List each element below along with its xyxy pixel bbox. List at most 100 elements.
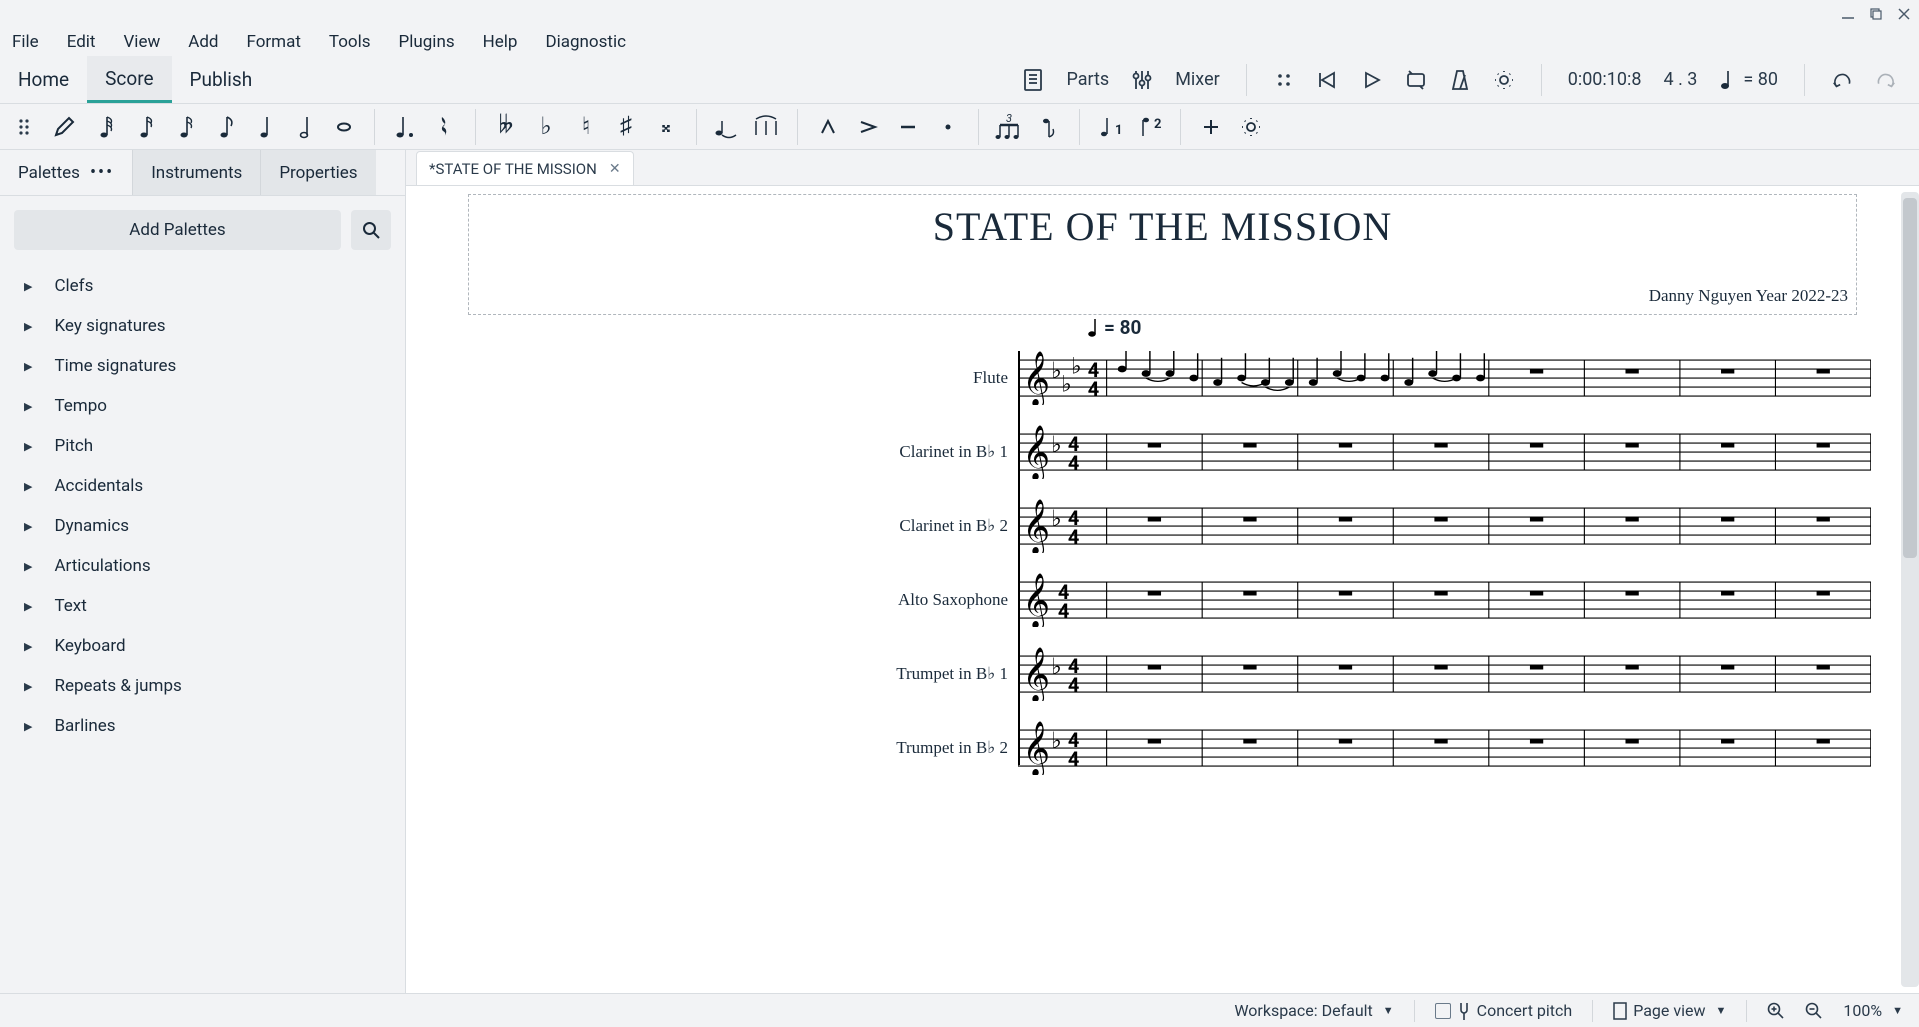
staccato-icon[interactable] [930, 109, 966, 145]
palette-item[interactable]: ▶Repeats & jumps [0, 666, 405, 706]
redo-icon[interactable] [1875, 69, 1897, 91]
ellipsis-icon[interactable]: ••• [90, 162, 114, 183]
staff-row[interactable]: Flute𝄞♭♭♭44 [866, 341, 1871, 415]
menu-add[interactable]: Add [188, 32, 218, 52]
parts-button[interactable]: Parts [1066, 69, 1109, 90]
palette-item[interactable]: ▶Barlines [0, 706, 405, 746]
tenuto-icon[interactable] [890, 109, 926, 145]
staff-row[interactable]: Clarinet in B♭ 2𝄞♭44 [866, 489, 1871, 563]
close-icon[interactable]: ✕ [609, 161, 621, 177]
scrollbar-thumb[interactable] [1903, 198, 1917, 558]
marcato-icon[interactable] [810, 109, 846, 145]
note-32nd-icon[interactable] [126, 109, 162, 145]
mixer-button[interactable]: Mixer [1175, 69, 1220, 90]
document-tab[interactable]: *STATE OF THE MISSION ✕ [416, 151, 634, 185]
tie-icon[interactable] [709, 109, 745, 145]
menu-edit[interactable]: Edit [67, 32, 96, 52]
close-icon[interactable] [1897, 7, 1911, 21]
add-icon[interactable] [1193, 109, 1229, 145]
menu-view[interactable]: View [123, 32, 160, 52]
toolbar-settings-icon[interactable] [1233, 109, 1269, 145]
search-icon[interactable] [351, 210, 391, 250]
play-icon[interactable] [1361, 69, 1383, 91]
staff-row[interactable]: Clarinet in B♭ 1𝄞♭44 [866, 415, 1871, 489]
palette-item[interactable]: ▶Time signatures [0, 346, 405, 386]
side-tab-instruments[interactable]: Instruments [132, 150, 260, 195]
rewind-icon[interactable] [1317, 69, 1339, 91]
voice-1-icon[interactable]: 1 [1092, 109, 1128, 145]
palette-item[interactable]: ▶Clefs [0, 266, 405, 306]
sharp-icon[interactable]: ♯ [608, 109, 644, 145]
natural-icon[interactable]: ♮ [568, 109, 604, 145]
checkbox-icon[interactable] [1435, 1003, 1451, 1019]
staves-container: Flute𝄞♭♭♭44Clarinet in B♭ 1𝄞♭44Clarinet … [866, 341, 1871, 785]
zoom-level[interactable]: 100%▼ [1843, 1001, 1903, 1020]
score-title[interactable]: STATE OF THE MISSION [477, 203, 1848, 250]
note-16th-icon[interactable] [166, 109, 202, 145]
palette-item[interactable]: ▶Text [0, 586, 405, 626]
flip-stem-icon[interactable] [1031, 109, 1067, 145]
page-view-selector[interactable]: Page view▼ [1613, 1001, 1726, 1020]
metronome-icon[interactable] [1449, 69, 1471, 91]
menu-tools[interactable]: Tools [329, 32, 371, 52]
note-quarter-icon[interactable] [246, 109, 282, 145]
drag-handle-icon[interactable] [1273, 69, 1295, 91]
minimize-icon[interactable] [1841, 7, 1855, 21]
side-tab-properties[interactable]: Properties [260, 150, 375, 195]
palette-item[interactable]: ▶Tempo [0, 386, 405, 426]
flat-icon[interactable]: ♭ [528, 109, 564, 145]
zoom-in-icon[interactable] [1767, 1002, 1785, 1020]
menu-file[interactable]: File [12, 32, 39, 52]
staff-row[interactable]: Alto Saxophone𝄞44 [866, 563, 1871, 637]
menu-format[interactable]: Format [247, 32, 301, 52]
note-8th-icon[interactable] [206, 109, 242, 145]
palette-item[interactable]: ▶Articulations [0, 546, 405, 586]
palette-item[interactable]: ▶Dynamics [0, 506, 405, 546]
tempo-display: = 80 [1719, 69, 1778, 91]
tab-publish[interactable]: Publish [172, 56, 271, 103]
drag-handle-icon[interactable] [6, 109, 42, 145]
accent-icon[interactable] [850, 109, 886, 145]
playback-settings-icon[interactable] [1493, 69, 1515, 91]
concert-pitch-toggle[interactable]: Concert pitch [1435, 1001, 1573, 1021]
add-palettes-button[interactable]: Add Palettes [14, 210, 341, 250]
svg-text:𝄞: 𝄞 [1022, 573, 1049, 627]
note-whole-icon[interactable] [326, 109, 362, 145]
tuplet-icon[interactable]: 3 [991, 109, 1027, 145]
workspace-selector[interactable]: Workspace: Default▼ [1234, 1001, 1393, 1020]
side-tab-label: Palettes [18, 163, 80, 183]
tab-score[interactable]: Score [87, 56, 171, 103]
double-sharp-icon[interactable]: 𝄪 [648, 109, 684, 145]
note-64th-icon[interactable] [86, 109, 122, 145]
composer-text[interactable]: Danny Nguyen Year 2022-23 [477, 286, 1848, 306]
title-frame[interactable]: STATE OF THE MISSION Danny Nguyen Year 2… [468, 194, 1857, 315]
palette-item[interactable]: ▶Accidentals [0, 466, 405, 506]
double-flat-icon[interactable]: 𝄫 [488, 109, 524, 145]
tempo-marking[interactable]: = 80 [1087, 316, 1141, 339]
scrollbar[interactable] [1901, 192, 1919, 987]
rest-icon[interactable] [427, 109, 463, 145]
menu-plugins[interactable]: Plugins [399, 32, 455, 52]
zoom-out-icon[interactable] [1805, 1002, 1823, 1020]
dot-icon[interactable] [387, 109, 423, 145]
palette-item[interactable]: ▶Pitch [0, 426, 405, 466]
note-half-icon[interactable] [286, 109, 322, 145]
palette-item[interactable]: ▶Key signatures [0, 306, 405, 346]
mixer-icon[interactable] [1131, 69, 1153, 91]
pencil-icon[interactable] [46, 109, 82, 145]
menu-help[interactable]: Help [483, 32, 518, 52]
slur-icon[interactable] [749, 109, 785, 145]
menu-diagnostic[interactable]: Diagnostic [545, 32, 626, 52]
side-tab-palettes[interactable]: Palettes ••• [0, 150, 132, 195]
svg-text:2: 2 [1154, 117, 1161, 132]
voice-2-icon[interactable]: 2 [1132, 109, 1168, 145]
loop-icon[interactable] [1405, 69, 1427, 91]
undo-icon[interactable] [1831, 69, 1853, 91]
maximize-icon[interactable] [1869, 7, 1883, 21]
staff-row[interactable]: Trumpet in B♭ 1𝄞♭44 [866, 637, 1871, 711]
score-canvas[interactable]: STATE OF THE MISSION Danny Nguyen Year 2… [406, 186, 1919, 993]
staff-row[interactable]: Trumpet in B♭ 2𝄞♭44 [866, 711, 1871, 785]
tab-home[interactable]: Home [0, 56, 87, 103]
parts-icon[interactable] [1022, 69, 1044, 91]
palette-item[interactable]: ▶Keyboard [0, 626, 405, 666]
